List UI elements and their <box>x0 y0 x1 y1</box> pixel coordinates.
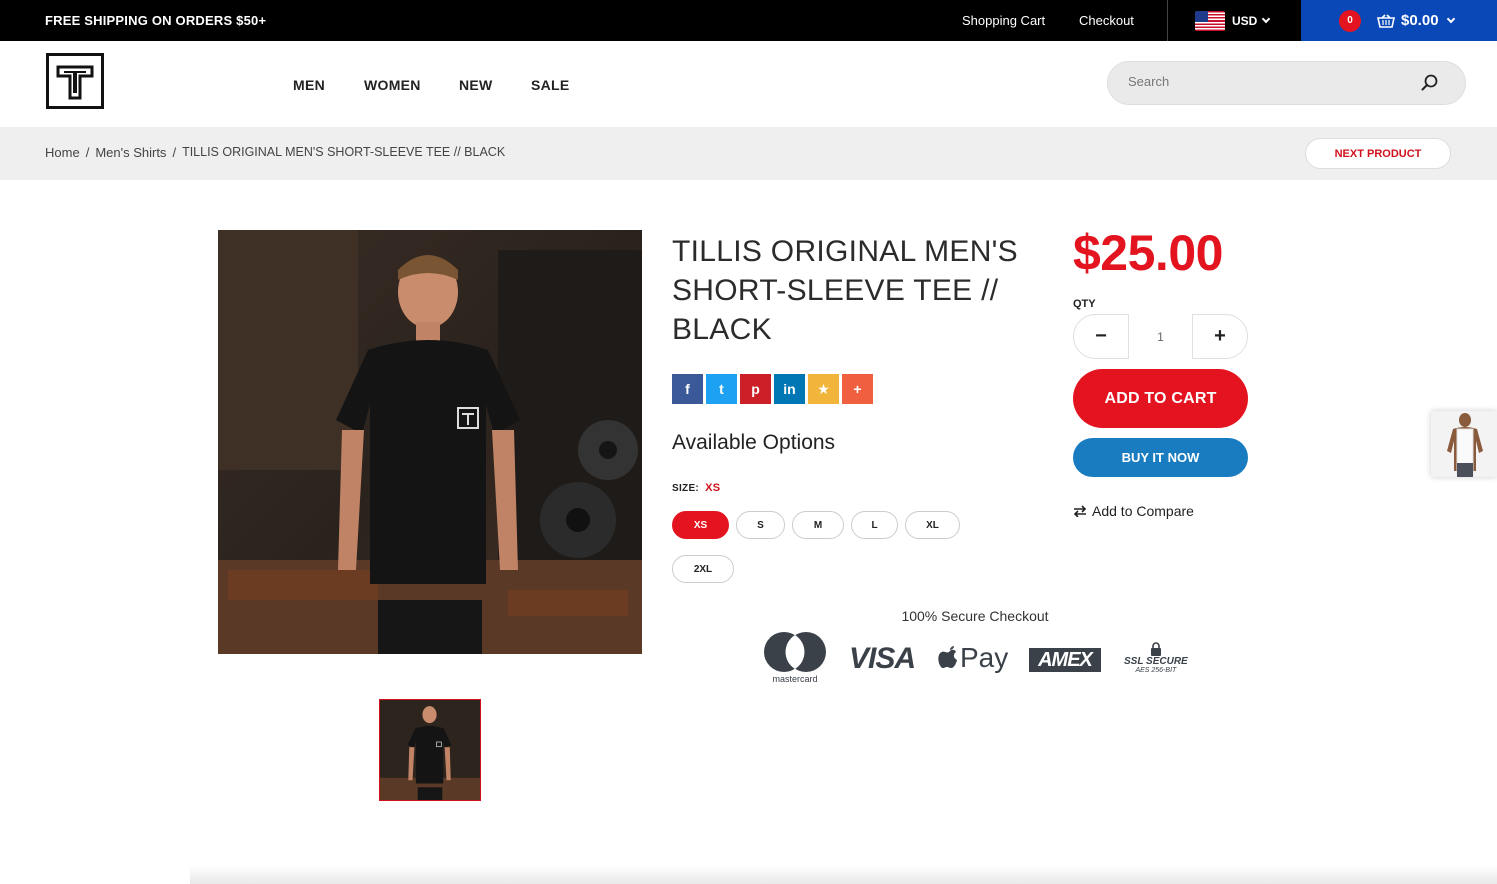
site-header: MEN WOMEN NEW SALE <box>0 41 1497 127</box>
star-icon[interactable]: ★ <box>808 374 839 404</box>
visa-logo: VISA <box>849 642 916 675</box>
amex-logo: AMEX <box>1029 648 1101 672</box>
footer-shadow <box>190 865 1497 884</box>
size-option-l[interactable]: L <box>851 511 898 539</box>
product-price: $25.00 <box>1073 225 1223 281</box>
recently-viewed-thumbnail[interactable] <box>1431 411 1497 477</box>
size-label: SIZE: XS <box>672 482 721 494</box>
top-bar: FREE SHIPPING ON ORDERS $50+ Shopping Ca… <box>0 0 1497 41</box>
site-logo[interactable] <box>46 53 104 109</box>
social-share-bar: f t p in ★ + <box>672 374 873 404</box>
breadcrumb-separator: / <box>85 145 90 160</box>
nav-new[interactable]: NEW <box>459 77 493 93</box>
shopping-cart-link[interactable]: Shopping Cart <box>962 13 1045 28</box>
lock-icon <box>1150 642 1161 656</box>
divider <box>1167 0 1168 41</box>
product-thumbnail[interactable] <box>379 699 481 801</box>
qty-increase-button[interactable]: + <box>1193 314 1247 359</box>
quantity-stepper: − + <box>1073 314 1248 359</box>
product-main-image[interactable] <box>218 230 642 654</box>
product-title: TILLIS ORIGINAL MEN'S SHORT-SLEEVE TEE /… <box>672 235 1018 346</box>
add-to-cart-button[interactable]: ADD TO CART <box>1073 369 1248 428</box>
currency-selector[interactable]: USD <box>1195 10 1271 32</box>
selected-size: XS <box>705 482 721 494</box>
shipping-banner: FREE SHIPPING ON ORDERS $50+ <box>45 13 267 28</box>
chevron-down-icon <box>1446 14 1455 23</box>
apple-icon <box>938 646 957 668</box>
search-bar <box>1107 61 1466 105</box>
qty-decrease-button[interactable]: − <box>1074 314 1128 359</box>
breadcrumb-separator: / <box>172 145 177 160</box>
basket-icon <box>1377 13 1395 28</box>
qty-input[interactable] <box>1128 314 1193 359</box>
size-option-xs[interactable]: XS <box>672 511 729 539</box>
pinterest-icon[interactable]: p <box>740 374 771 404</box>
size-option-2xl[interactable]: 2XL <box>672 555 734 583</box>
plus-icon[interactable]: + <box>842 374 873 404</box>
breadcrumb-current: TILLIS ORIGINAL MEN'S SHORT-SLEEVE TEE /… <box>182 145 506 159</box>
breadcrumb-home[interactable]: Home <box>45 145 80 160</box>
ssl-secure-badge: SSL SECURE AES 256-BIT <box>1124 642 1188 674</box>
linkedin-icon[interactable]: in <box>774 374 805 404</box>
secure-checkout-heading: 100% Secure Checkout <box>901 608 1049 624</box>
search-icon[interactable] <box>1420 73 1440 93</box>
cart-count-badge: 0 <box>1339 9 1361 32</box>
cart-total: $0.00 <box>1401 12 1439 29</box>
breadcrumb: Home / Men's Shirts / TILLIS ORIGINAL ME… <box>0 127 1497 180</box>
currency-label: USD <box>1232 14 1258 28</box>
facebook-icon[interactable]: f <box>672 374 703 404</box>
breadcrumb-category[interactable]: Men's Shirts <box>95 145 166 160</box>
nav-men[interactable]: MEN <box>293 77 325 93</box>
size-option-xl[interactable]: XL <box>905 511 960 539</box>
chevron-down-icon <box>1262 14 1271 24</box>
nav-women[interactable]: WOMEN <box>364 77 421 93</box>
logo-mark-icon <box>56 65 94 100</box>
size-option-m[interactable]: M <box>792 511 844 539</box>
nav-sale[interactable]: SALE <box>531 77 570 93</box>
us-flag-icon <box>1195 11 1225 31</box>
compare-arrows-icon <box>1073 505 1087 517</box>
cart-summary[interactable]: 0 $0.00 <box>1301 0 1497 41</box>
size-option-s[interactable]: S <box>736 511 785 539</box>
qty-label: QTY <box>1073 298 1096 310</box>
add-to-compare-link[interactable]: Add to Compare <box>1073 503 1194 519</box>
buy-now-button[interactable]: BUY IT NOW <box>1073 438 1248 477</box>
mastercard-icon <box>764 632 826 672</box>
search-input[interactable] <box>1128 74 1408 89</box>
twitter-icon[interactable]: t <box>706 374 737 404</box>
next-product-button[interactable]: NEXT PRODUCT <box>1305 138 1451 169</box>
mastercard-logo: mastercard <box>762 630 828 684</box>
apple-pay-logo: Pay <box>938 642 1008 674</box>
checkout-link[interactable]: Checkout <box>1079 13 1134 28</box>
available-options-heading: Available Options <box>672 431 836 454</box>
